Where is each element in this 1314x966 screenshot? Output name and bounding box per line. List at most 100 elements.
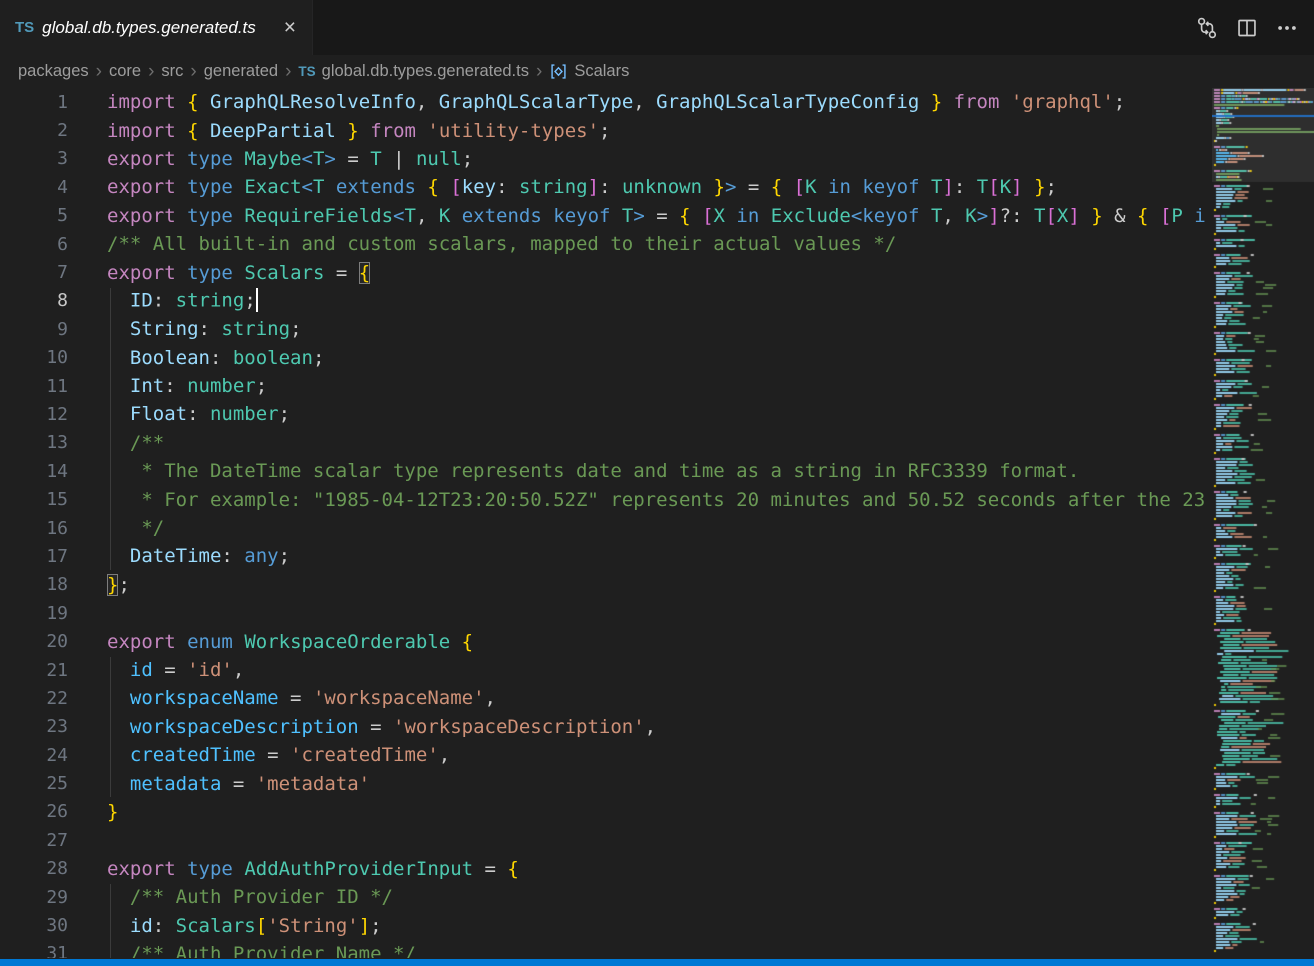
breadcrumb-generated[interactable]: generated [204,62,278,81]
line-number[interactable]: 25 [0,773,68,794]
code-line[interactable]: 15 * For example: "1985-04-12T23:20:50.5… [0,485,1206,513]
typescript-file-icon: TS [298,64,315,79]
line-number[interactable]: 31 [0,943,68,958]
code-line[interactable]: 3export type Maybe<T> = T | null; [0,145,1206,173]
code-line[interactable]: 10 Boolean: boolean; [0,344,1206,372]
line-number[interactable]: 20 [0,631,68,652]
code-line-text: /** Auth Provider Name */ [107,943,416,958]
chevron-right-icon: › [148,62,154,81]
breadcrumb-packages[interactable]: packages [18,62,89,81]
code-line-text: export type Scalars = { [107,262,370,284]
line-number[interactable]: 8 [0,290,68,311]
code-line-text: * For example: "1985-04-12T23:20:50.52Z"… [107,489,1206,511]
code-line-text: id: Scalars['String']; [107,915,382,937]
line-number[interactable]: 12 [0,404,68,425]
line-number[interactable]: 28 [0,858,68,879]
tab-global-db-types[interactable]: TS global.db.types.generated.ts × [0,0,313,55]
line-number[interactable]: 1 [0,92,68,113]
code-line[interactable]: 5export type RequireFields<T, K extends … [0,202,1206,230]
code-line[interactable]: 31 /** Auth Provider Name */ [0,940,1206,958]
code-line[interactable]: 4 export type Exact<T extends { [key: str… [0,173,1206,201]
code-line[interactable]: 16 */ [0,514,1206,542]
code-line-text: * The DateTime scalar type represents da… [107,460,1079,482]
more-actions-icon[interactable] [1274,15,1300,41]
code-line[interactable]: 23 workspaceDescription = 'workspaceDesc… [0,713,1206,741]
line-number[interactable]: 17 [0,546,68,567]
code-line[interactable]: 17 DateTime: any; [0,542,1206,570]
code-line[interactable]: 30 id: Scalars['String']; [0,911,1206,939]
code-line[interactable]: 9 String: string; [0,315,1206,343]
line-number[interactable]: 10 [0,347,68,368]
line-number[interactable]: 24 [0,745,68,766]
code-line[interactable]: 22 workspaceName = 'workspaceName', [0,684,1206,712]
editor-actions [1194,0,1314,55]
editor-tab-bar: TS global.db.types.generated.ts × [0,0,1314,55]
typescript-file-icon: TS [15,19,34,36]
code-line[interactable]: 24 createdTime = 'createdTime', [0,741,1206,769]
code-editor[interactable]: 1import { GraphQLResolveInfo, GraphQLSca… [0,88,1206,958]
code-line-text: String: string; [107,318,302,340]
code-line[interactable]: 21 id = 'id', [0,656,1206,684]
code-line-text: ID: string; [107,289,258,313]
line-number[interactable]: 15 [0,489,68,510]
chevron-right-icon: › [96,62,102,81]
line-number[interactable]: 23 [0,716,68,737]
code-line[interactable]: 27 [0,826,1206,854]
tab-title: global.db.types.generated.ts [42,18,256,38]
code-line[interactable]: 7 export type Scalars = { [0,258,1206,286]
code-line[interactable]: 14 * The DateTime scalar type represents… [0,457,1206,485]
line-number[interactable]: 7 [0,262,68,283]
breadcrumb-symbol-label: Scalars [574,62,629,81]
code-line[interactable]: 20export enum WorkspaceOrderable { [0,627,1206,655]
code-line[interactable]: 29 /** Auth Provider ID */ [0,883,1206,911]
line-number[interactable]: 4 [0,177,68,198]
breadcrumb-symbol-scalars[interactable]: Scalars [549,62,629,81]
line-number[interactable]: 5 [0,205,68,226]
line-number[interactable]: 22 [0,688,68,709]
code-line-text: createdTime = 'createdTime', [107,744,450,766]
breadcrumb: packages › core › src › generated › TS g… [0,55,1314,88]
minimap[interactable] [1212,88,1314,958]
line-number[interactable]: 30 [0,915,68,936]
breadcrumb-core[interactable]: core [109,62,141,81]
breadcrumb-src[interactable]: src [161,62,183,81]
line-number[interactable]: 18 [0,574,68,595]
line-number[interactable]: 6 [0,234,68,255]
line-number[interactable]: 21 [0,660,68,681]
code-line-text: DateTime: any; [107,545,290,567]
line-number[interactable]: 14 [0,461,68,482]
code-line-text: /** All built-in and custom scalars, map… [107,233,896,255]
line-number[interactable]: 9 [0,319,68,340]
chevron-right-icon: › [285,62,291,81]
type-symbol-icon [549,62,568,81]
code-line[interactable]: 25 metadata = 'metadata' [0,769,1206,797]
line-number[interactable]: 27 [0,830,68,851]
code-line[interactable]: 11 Int: number; [0,372,1206,400]
breadcrumb-file-name: global.db.types.generated.ts [322,62,529,81]
code-line[interactable]: 1import { GraphQLResolveInfo, GraphQLSca… [0,88,1206,116]
code-line[interactable]: 12 Float: number; [0,400,1206,428]
line-number[interactable]: 26 [0,801,68,822]
line-number[interactable]: 16 [0,518,68,539]
code-line[interactable]: 13 /** [0,429,1206,457]
open-changes-icon[interactable] [1194,15,1220,41]
line-number[interactable]: 13 [0,432,68,453]
line-number[interactable]: 29 [0,887,68,908]
split-editor-icon[interactable] [1234,15,1260,41]
code-line[interactable]: 28export type AddAuthProviderInput = { [0,855,1206,883]
close-tab-icon[interactable]: × [280,16,300,39]
line-number[interactable]: 3 [0,148,68,169]
code-line[interactable]: 19 [0,599,1206,627]
code-line-text: /** Auth Provider ID */ [107,886,393,908]
code-line[interactable]: 26} [0,798,1206,826]
code-line-text: import { DeepPartial } from 'utility-typ… [107,120,610,142]
code-line[interactable]: 6 /** All built-in and custom scalars, ma… [0,230,1206,258]
line-number[interactable]: 19 [0,603,68,624]
line-number[interactable]: 2 [0,120,68,141]
code-line-text: export type Exact<T extends { [key: stri… [107,176,1057,198]
code-line[interactable]: 18}; [0,571,1206,599]
line-number[interactable]: 11 [0,376,68,397]
code-line[interactable]: 8 ID: string; [0,287,1206,315]
breadcrumb-file[interactable]: TS global.db.types.generated.ts [298,62,529,81]
code-line[interactable]: 2 import { DeepPartial } from 'utility-ty… [0,116,1206,144]
